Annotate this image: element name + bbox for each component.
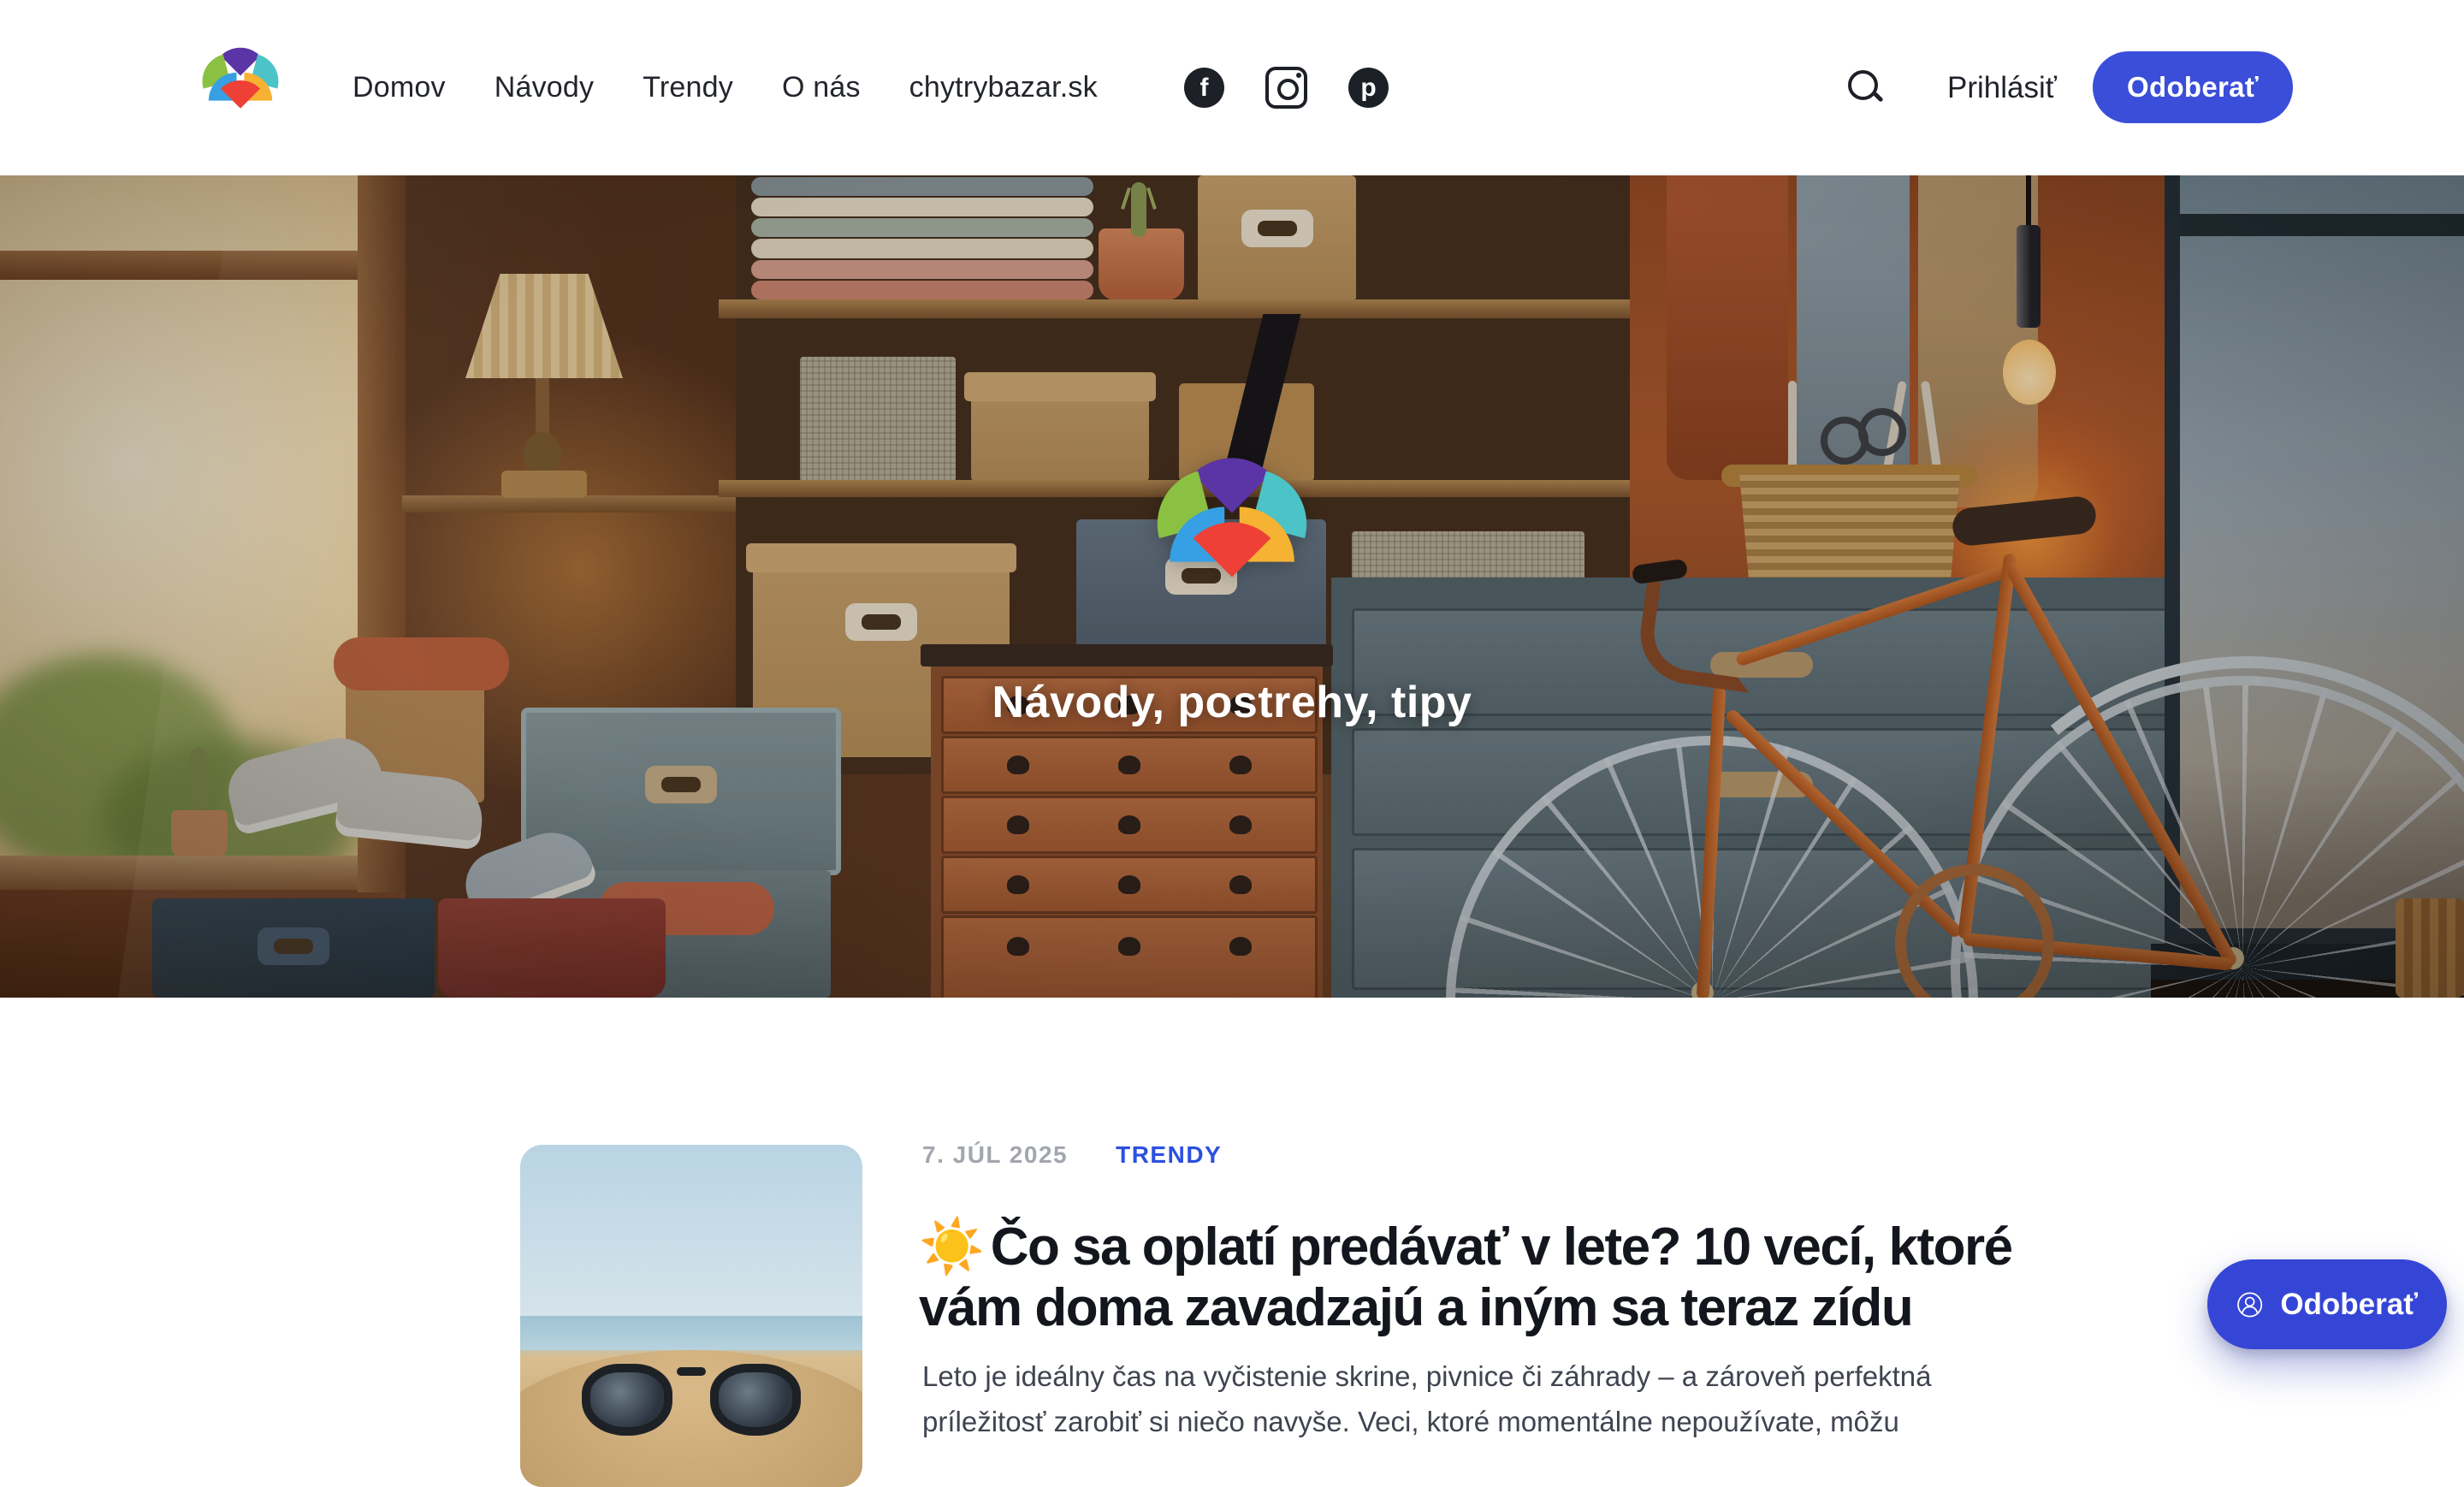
social-links: f p (1184, 0, 1389, 175)
main-navigation: Domov Návody Trendy O nás chytrybazar.sk (352, 0, 1098, 175)
sun-emoji-icon: ☀️ (919, 1217, 984, 1277)
floating-subscribe-label: Odoberať (2280, 1288, 2418, 1322)
sunglasses-lens (710, 1364, 801, 1436)
nav-item-domov[interactable]: Domov (352, 71, 446, 104)
article-date: 7. JÚL 2025 (922, 1141, 1068, 1169)
nav-item-trendy[interactable]: Trendy (643, 71, 733, 104)
pinterest-icon[interactable]: p (1348, 68, 1389, 108)
nav-item-navody[interactable]: Návody (495, 71, 594, 104)
sunglasses-bridge (677, 1367, 706, 1376)
thumbnail-sea (520, 1316, 862, 1350)
floating-subscribe-button[interactable]: Odoberať (2207, 1259, 2447, 1349)
logo-leaf-red (221, 80, 260, 109)
top-navbar: Domov Návody Trendy O nás chytrybazar.sk… (0, 0, 2464, 175)
article-title-text: Čo sa oplatí predávať v lete? 10 vecí, k… (919, 1217, 2012, 1338)
sunglasses-lens (582, 1364, 672, 1436)
article-category-link[interactable]: TRENDY (1116, 1141, 1222, 1169)
hero-tagline: Návody, postrehy, tipy (0, 677, 2464, 728)
article-title[interactable]: ☀️Čo sa oplatí predávať v lete? 10 vecí,… (919, 1217, 2031, 1340)
instagram-icon[interactable] (1265, 67, 1307, 109)
article-excerpt: Leto je ideálny čas na vyčistenie skrine… (922, 1354, 1966, 1445)
facebook-icon[interactable]: f (1184, 68, 1224, 108)
article-meta: 7. JÚL 2025 TRENDY (922, 1141, 1222, 1169)
avatar-icon (2236, 1282, 2263, 1328)
search-icon[interactable] (1846, 68, 1886, 108)
brand-logo-icon[interactable] (197, 43, 284, 132)
nav-item-o-nas[interactable]: O nás (782, 71, 861, 104)
login-link[interactable]: Prihlásiť (1947, 0, 2057, 175)
nav-item-chytrybazar[interactable]: chytrybazar.sk (909, 71, 1098, 104)
logo-leaf-red (1194, 522, 1271, 577)
hero-brand-logo-icon (1146, 447, 1318, 624)
hero-banner: Návody, postrehy, tipy (0, 175, 2464, 998)
article-thumbnail[interactable] (520, 1145, 862, 1487)
latest-article-section: 7. JÚL 2025 TRENDY ☀️Čo sa oplatí predáv… (0, 998, 2464, 1386)
subscribe-button[interactable]: Odoberať (2093, 51, 2293, 123)
